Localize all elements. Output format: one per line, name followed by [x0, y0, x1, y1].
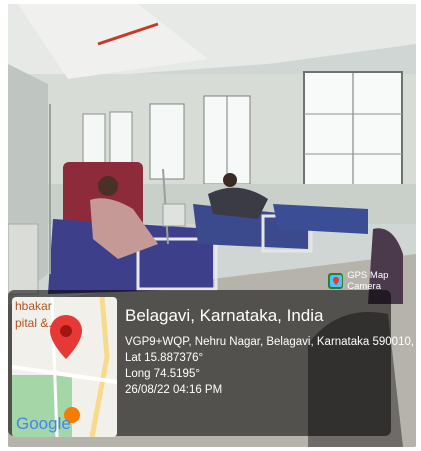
gps-map-camera-icon: [328, 273, 344, 289]
longitude-text: Long 74.5195°: [125, 368, 200, 380]
map-label-2: pital &..: [15, 316, 55, 330]
place-name: Belagavi, Karnataka, India: [125, 306, 324, 325]
latitude-text: Lat 15.887376°: [125, 352, 204, 364]
datetime-text: 26/08/22 04:16 PM: [125, 384, 223, 396]
map-thumbnail: hbakar pital &.. Google: [12, 297, 117, 437]
map-label-1: hbakar: [15, 299, 52, 313]
location-info: Belagavi, Karnataka, India VGP9+WQP, Neh…: [125, 300, 421, 398]
address-text: VGP9+WQP, Nehru Nagar, Belagavi, Karnata…: [125, 336, 421, 348]
badge-label: GPS Map Camera: [347, 270, 389, 292]
gps-map-camera-badge: GPS Map Camera: [328, 270, 421, 292]
google-logo: Google: [16, 414, 71, 433]
